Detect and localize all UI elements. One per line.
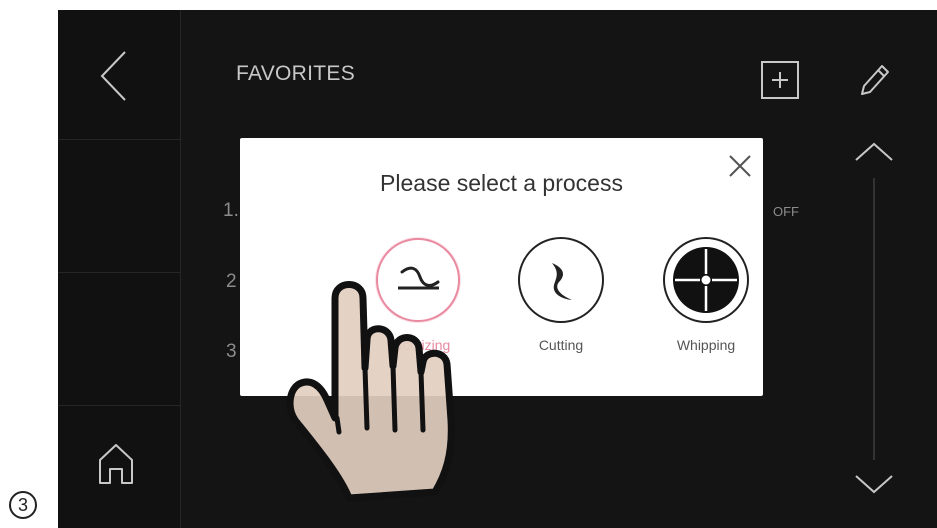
- back-button[interactable]: [58, 10, 180, 139]
- device-screen: FAVORITES 1. 2 3 OFF Please select a pro…: [58, 10, 937, 528]
- chevron-up-icon: [855, 142, 893, 161]
- nav-divider: [58, 272, 180, 273]
- step-number-badge: 3: [8, 490, 38, 520]
- list-item-number: 3: [226, 341, 237, 362]
- toggle-state-label: OFF: [773, 204, 799, 219]
- dialog-title: Please select a process: [380, 170, 623, 196]
- page-title: FAVORITES: [236, 62, 355, 85]
- plus-square-icon: [761, 61, 799, 99]
- nav-divider: [58, 139, 180, 140]
- add-favorite-button[interactable]: [760, 60, 800, 100]
- option-cutting[interactable]: Cutting: [516, 235, 606, 365]
- whipping-disc-icon: [663, 237, 749, 323]
- chevron-left-icon: [100, 51, 126, 101]
- close-icon: [729, 155, 751, 177]
- chevron-down-icon: [855, 475, 893, 494]
- pencil-icon: [861, 65, 889, 95]
- scrollbar-track[interactable]: [873, 178, 875, 460]
- option-label: Whipping: [676, 337, 736, 353]
- cutting-blade-icon: [518, 237, 604, 323]
- home-button[interactable]: [58, 405, 180, 528]
- option-whipping[interactable]: Whipping: [661, 235, 751, 365]
- home-icon: [99, 444, 133, 484]
- list-item-number: 1.: [223, 200, 239, 221]
- hand-pointer-icon: [286, 281, 455, 502]
- option-label: Cutting: [538, 337, 584, 353]
- scroll-up-button[interactable]: [854, 136, 894, 166]
- list-item-number: 2: [226, 271, 237, 292]
- close-button[interactable]: [724, 150, 756, 182]
- edit-button[interactable]: [854, 60, 894, 100]
- left-nav-column: [58, 10, 181, 528]
- scroll-down-button[interactable]: [854, 470, 894, 500]
- step-number-text: 3: [17, 495, 28, 515]
